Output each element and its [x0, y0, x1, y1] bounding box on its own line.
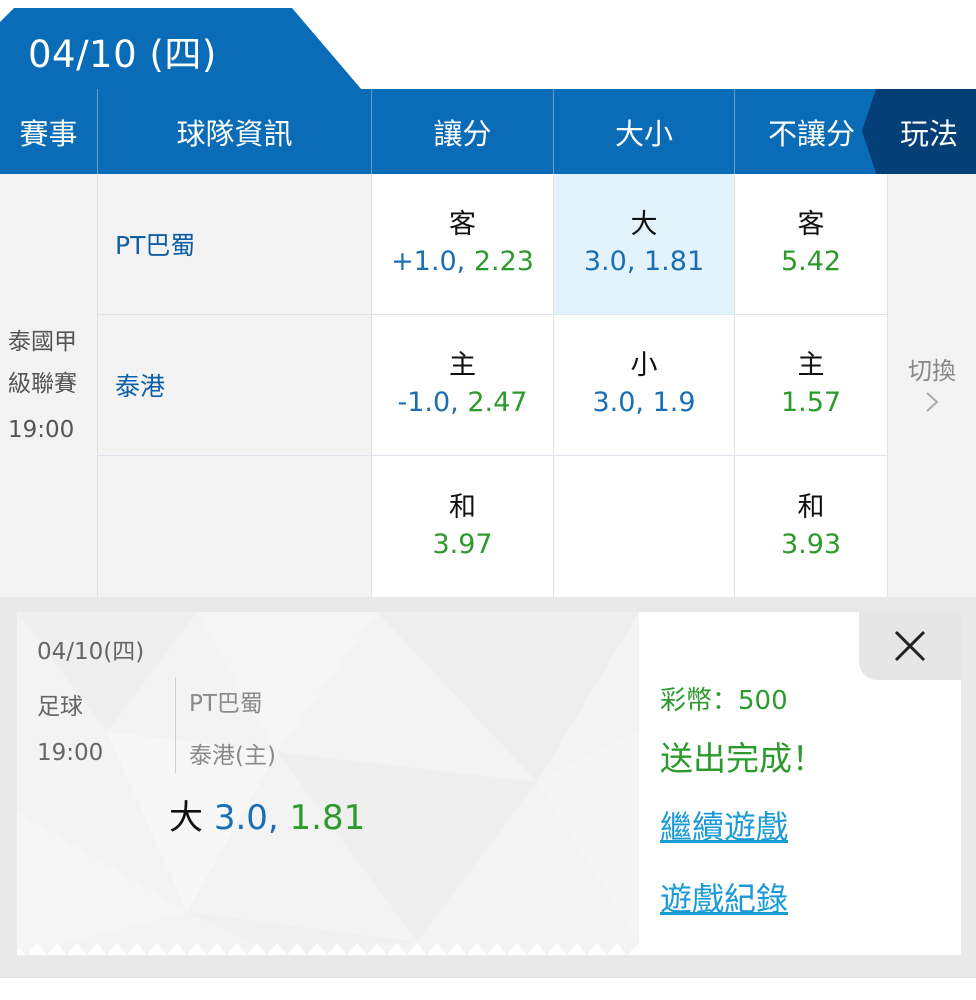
odds-handicap-draw[interactable]: 和 3.97 [372, 456, 554, 597]
odds-label: 主 [449, 350, 476, 381]
odds-handicap-home[interactable]: 主 -1.0, 2.47 [372, 315, 554, 456]
game-history-link[interactable]: 遊戲紀錄 [660, 874, 788, 920]
league-cell: 泰國甲 級聯賽 19:00 [0, 174, 98, 597]
odds-value: 1.81 [644, 246, 705, 277]
league-name-line1: 泰國甲 [8, 328, 77, 355]
odds-label: 客 [797, 209, 825, 240]
odds-value: 5.42 [780, 246, 842, 277]
odds-label: 和 [449, 491, 476, 523]
chevron-right-icon [925, 390, 939, 420]
odds-total-empty [554, 456, 735, 597]
odds-line: 3.0, [592, 387, 644, 418]
odds-total-under[interactable]: 小 3.0, 1.9 [554, 315, 735, 456]
match-time: 19:00 [8, 416, 75, 443]
play-type-tab[interactable]: 玩法 [862, 89, 976, 174]
bottom-strip [0, 977, 976, 1000]
switch-label: 切換 [908, 357, 956, 385]
odds-line: -1.0, [397, 387, 459, 418]
odds-line: +1.0, [391, 246, 466, 277]
odds-label: 小 [630, 350, 658, 381]
odds-grid: 泰國甲 級聯賽 19:00 PT巴蜀 泰港 客 +1.0, 2.23 大 3.0… [0, 174, 976, 597]
receipt-sport: 足球 [37, 694, 83, 720]
odds-moneyline-home[interactable]: 主 1.57 [735, 315, 888, 456]
team-home-name: 泰港 [115, 372, 166, 401]
team-away: PT巴蜀 [98, 174, 372, 315]
odds-line: 3.0, [583, 246, 636, 277]
ticket-edge [17, 943, 639, 955]
header-handicap: 讓分 [372, 89, 554, 174]
odds-handicap-away[interactable]: 客 +1.0, 2.23 [372, 174, 554, 315]
date-label: 04/10 (四) [28, 33, 217, 76]
team-home: 泰港 [98, 315, 372, 456]
odds-label: 大 [630, 209, 658, 240]
bet-pick: 大 [169, 798, 203, 838]
date-tab: 04/10 (四) [0, 8, 362, 90]
coins-balance: 彩幣：500 [660, 686, 788, 716]
close-button[interactable] [859, 612, 961, 680]
team-empty [98, 456, 372, 597]
receipt-time: 19:00 [37, 740, 104, 766]
bet-receipt-card [17, 612, 961, 955]
receipt-bet: 大 3.0, 1.81 [169, 790, 365, 839]
header-team-info: 球隊資訊 [98, 89, 372, 174]
odds-value: 1.9 [652, 387, 696, 418]
header-total: 大小 [554, 89, 735, 174]
receipt-away-team: PT巴蜀 [189, 691, 263, 717]
switch-button[interactable]: 切換 [888, 174, 976, 597]
bet-receipt-panel: 04/10(四) 足球 19:00 PT巴蜀 泰港(主) 大 3.0, 1.81… [0, 597, 976, 977]
league-name-line2: 級聯賽 [8, 370, 77, 397]
team-away-name: PT巴蜀 [115, 231, 196, 260]
odds-value: 3.97 [432, 528, 493, 560]
receipt-date: 04/10(四) [37, 639, 145, 665]
bet-odd: 1.81 [289, 798, 366, 838]
header-event: 賽事 [0, 89, 98, 174]
receipt-home-team: 泰港(主) [189, 743, 276, 769]
continue-game-link[interactable]: 繼續遊戲 [660, 802, 788, 848]
table-header: 賽事 球隊資訊 讓分 大小 不讓分 玩法 [0, 89, 976, 174]
odds-value: 2.47 [467, 387, 528, 418]
close-icon [894, 630, 926, 662]
submit-status: 送出完成！ [660, 739, 825, 778]
odds-label: 和 [797, 491, 825, 523]
odds-moneyline-away[interactable]: 客 5.42 [735, 174, 888, 315]
bet-line: 3.0, [213, 798, 279, 838]
odds-moneyline-draw[interactable]: 和 3.93 [735, 456, 888, 597]
odds-value: 2.23 [473, 246, 534, 277]
odds-value: 3.93 [780, 528, 842, 560]
receipt-divider [175, 677, 176, 773]
odds-label: 主 [797, 350, 825, 381]
odds-total-over[interactable]: 大 3.0, 1.81 [554, 174, 735, 315]
odds-value: 1.57 [780, 387, 842, 418]
odds-label: 客 [449, 209, 476, 240]
